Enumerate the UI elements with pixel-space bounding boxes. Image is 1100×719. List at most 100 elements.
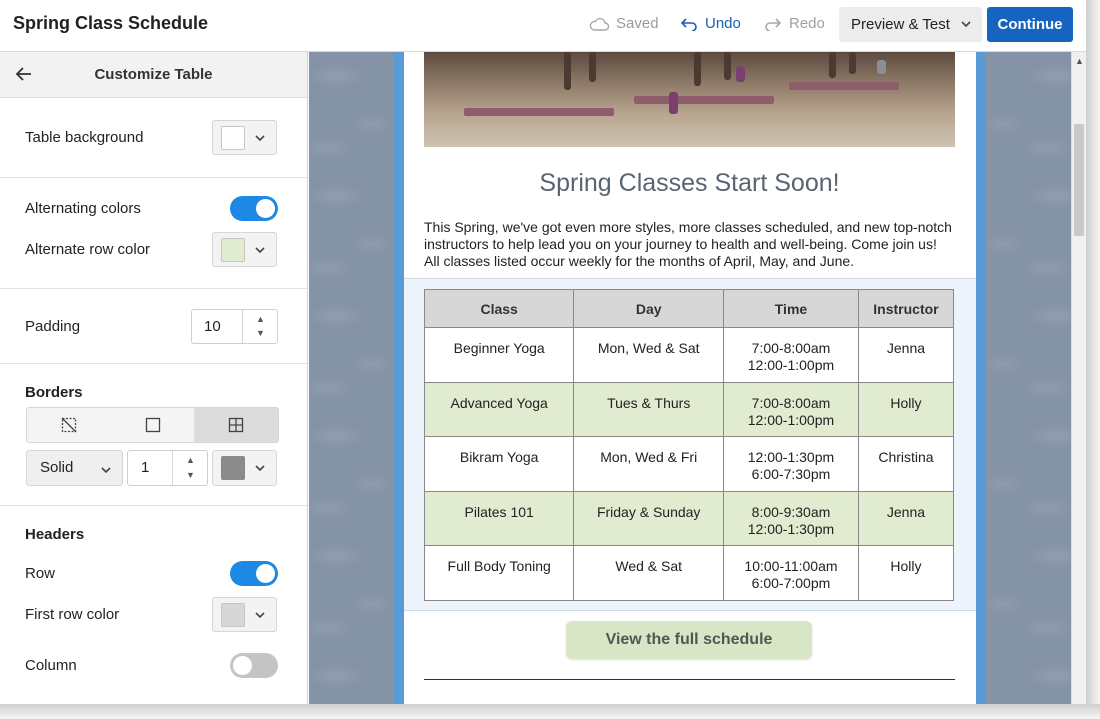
header-column-row: Column — [0, 645, 307, 686]
table-header-cell[interactable]: Time — [723, 289, 859, 328]
chevron-down-icon — [255, 135, 265, 142]
table-row: Pilates 101 Friday & Sunday 8:00-9:30am 1… — [423, 490, 955, 546]
all-borders-icon — [229, 417, 244, 433]
all-borders-option[interactable] — [194, 408, 278, 442]
table-cell[interactable]: 7:00-8:00am 12:00-1:00pm — [723, 381, 859, 437]
table-cell[interactable]: Tues & Thurs — [573, 381, 725, 437]
table-cell[interactable]: Advanced Yoga — [423, 381, 575, 437]
table-cell[interactable]: 8:00-9:30am 12:00-1:30pm — [723, 490, 859, 546]
border-type-group — [26, 407, 279, 443]
toggle-knob — [233, 656, 252, 675]
no-border-option[interactable] — [27, 408, 111, 442]
border-color-picker[interactable] — [212, 450, 277, 486]
table-cell[interactable]: Beginner Yoga — [423, 327, 575, 383]
time-line: 12:00-1:30pm — [747, 520, 835, 537]
continue-button[interactable]: Continue — [987, 7, 1073, 42]
view-schedule-button[interactable]: View the full schedule — [566, 621, 812, 659]
schedule-table-block[interactable]: Class Day Time Instructor Beginner Yoga … — [404, 278, 976, 611]
alternating-colors-row: Alternating colors — [0, 188, 307, 229]
undo-button[interactable]: Undo — [680, 15, 741, 32]
first-row-color-picker[interactable] — [212, 597, 277, 632]
outer-border-option[interactable] — [111, 408, 195, 442]
table-cell[interactable]: 12:00-1:30pm 6:00-7:30pm — [723, 436, 859, 492]
app-title: Spring Class Schedule — [13, 13, 209, 33]
stepper-arrows[interactable]: ▲ ▼ — [242, 310, 277, 343]
canvas-scrollbar[interactable]: ▲ — [1071, 52, 1086, 704]
table-cell[interactable]: Mon, Wed & Sat — [573, 327, 725, 383]
table-cell[interactable]: Friday & Sunday — [573, 490, 725, 546]
table-header-row: Class Day Time Instructor — [423, 289, 955, 328]
chevron-down-icon — [101, 467, 111, 474]
redo-button[interactable]: Redo — [764, 15, 825, 32]
stepper-arrows[interactable]: ▲ ▼ — [172, 451, 207, 485]
borders-section: Borders Solid 1 ▲ ▼ — [0, 364, 307, 506]
toggle-knob — [256, 564, 275, 583]
padding-stepper[interactable]: 10 ▲ ▼ — [191, 309, 278, 344]
scroll-up-icon[interactable]: ▲ — [1075, 56, 1084, 66]
preview-test-button[interactable]: Preview & Test — [839, 7, 982, 42]
table-background-color-picker[interactable] — [212, 120, 277, 155]
table-cell[interactable]: Wed & Sat — [573, 545, 725, 601]
table-header-cell[interactable]: Instructor — [857, 289, 955, 328]
table-header-cell[interactable]: Day — [573, 289, 725, 328]
step-up-icon[interactable]: ▲ — [186, 455, 195, 465]
email-body: Spring Classes Start Soon! This Spring, … — [404, 52, 976, 704]
panel-title: Customize Table — [94, 66, 213, 83]
scrollbar-thumb[interactable] — [1074, 124, 1084, 236]
saved-label: Saved — [616, 15, 659, 32]
table-row: Beginner Yoga Mon, Wed & Sat 7:00-8:00am… — [423, 327, 955, 383]
padding-section: Padding 10 ▲ ▼ — [0, 289, 307, 364]
step-down-icon[interactable]: ▼ — [186, 470, 195, 480]
headers-section: Headers Row First row color Column — [0, 506, 307, 704]
table-cell[interactable]: Holly — [857, 545, 955, 601]
border-style-select[interactable]: Solid — [26, 450, 123, 486]
header-row-toggle[interactable] — [230, 561, 278, 586]
redo-icon — [765, 17, 782, 31]
header-column-toggle[interactable] — [230, 653, 278, 678]
time-line: 7:00-8:00am — [751, 340, 831, 356]
step-up-icon[interactable]: ▲ — [256, 314, 265, 324]
email-canvas: Spring Classes Start Soon! This Spring, … — [309, 52, 1071, 704]
table-cell[interactable]: Mon, Wed & Fri — [573, 436, 725, 492]
table-cell[interactable]: 10:00-11:00am 6:00-7:00pm — [723, 545, 859, 601]
table-header-cell[interactable]: Class — [423, 289, 575, 328]
undo-icon — [680, 17, 697, 31]
alternate-row-color-label: Alternate row color — [25, 241, 151, 258]
email-heading[interactable]: Spring Classes Start Soon! — [424, 169, 955, 198]
alternating-section: Alternating colors Alternate row color — [0, 178, 307, 289]
time-line: 8:00-9:30am — [751, 503, 831, 520]
time-line: 10:00-11:00am — [744, 558, 838, 574]
saved-status: Saved — [589, 15, 659, 32]
cloud-icon — [589, 17, 609, 31]
first-row-color-label: First row color — [25, 606, 120, 623]
outer-border-icon — [145, 417, 160, 433]
border-style-value: Solid — [40, 459, 74, 476]
table-cell[interactable]: Christina — [857, 436, 955, 492]
alternate-row-color-picker[interactable] — [212, 232, 277, 267]
border-width-stepper[interactable]: 1 ▲ ▼ — [127, 450, 208, 486]
window-shadow-right — [1086, 0, 1100, 719]
redo-label: Redo — [789, 15, 825, 32]
table-row: Bikram Yoga Mon, Wed & Fri 12:00-1:30pm 6… — [423, 436, 955, 492]
color-swatch — [221, 126, 245, 150]
borders-title: Borders — [25, 384, 83, 401]
step-down-icon[interactable]: ▼ — [256, 328, 265, 338]
header-column-label: Column — [25, 657, 77, 674]
color-swatch — [221, 238, 245, 262]
email-intro-text[interactable]: This Spring, we've got even more styles,… — [424, 219, 955, 270]
customize-table-panel: Customize Table Table background Alterna… — [0, 52, 308, 704]
table-cell[interactable]: Holly — [857, 381, 955, 437]
table-cell[interactable]: Jenna — [857, 327, 955, 383]
email-divider — [424, 679, 955, 680]
alternating-colors-toggle[interactable] — [230, 196, 278, 221]
schedule-table[interactable]: Class Day Time Instructor Beginner Yoga … — [423, 289, 955, 601]
table-cell[interactable]: 7:00-8:00am 12:00-1:00pm — [723, 327, 859, 383]
table-cell[interactable]: Bikram Yoga — [423, 436, 575, 492]
table-cell[interactable]: Jenna — [857, 490, 955, 546]
chevron-down-icon — [255, 612, 265, 619]
headers-title: Headers — [25, 526, 85, 543]
table-cell[interactable]: Full Body Toning — [423, 545, 575, 601]
table-cell[interactable]: Pilates 101 — [423, 490, 575, 546]
table-row: Advanced Yoga Tues & Thurs 7:00-8:00am 12… — [423, 381, 955, 437]
window-shadow-bottom — [0, 704, 1100, 719]
